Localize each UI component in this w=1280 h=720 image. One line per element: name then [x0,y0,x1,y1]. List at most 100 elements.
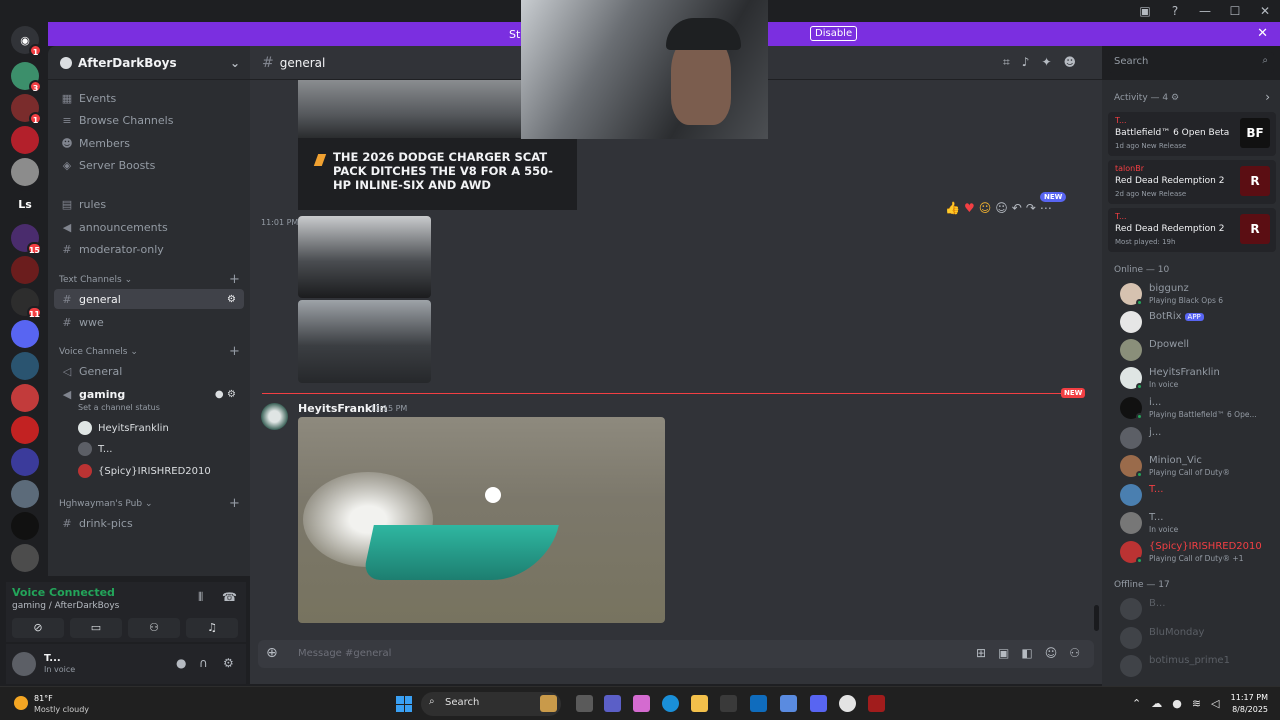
discord-icon[interactable] [810,695,827,712]
apps-icon[interactable]: ⚇ [1069,646,1080,660]
voice-user[interactable]: T... [78,442,112,456]
member-item[interactable]: HeyitsFranklin In voice [1116,365,1276,393]
article-embed[interactable]: THE 2026 DODGE CHARGER SCAT PACK DITCHES… [298,138,577,210]
server-icon[interactable]: 1 [11,94,42,125]
member-item[interactable]: Minion_Vic Playing Call of Duty® [1116,453,1276,481]
member-item[interactable]: biggunz Playing Black Ops 6 [1116,281,1276,309]
disconnect-icon[interactable]: ☎ [222,590,237,604]
help-icon[interactable]: ? [1160,0,1190,22]
attachment-image[interactable] [298,216,431,298]
edge-icon[interactable] [662,695,679,712]
task-view-icon[interactable] [576,695,593,712]
member-item[interactable]: BluMonday [1116,625,1276,653]
sticker-icon[interactable]: ◧ [1021,646,1032,660]
soundboard-button[interactable]: ♫ [186,618,238,638]
settings-gear-icon[interactable]: ⚙ [223,656,234,670]
member-item[interactable]: B... [1116,596,1276,624]
microphone-icon[interactable]: ● [176,656,186,670]
file-explorer-icon[interactable] [691,695,708,712]
gift-icon[interactable]: ⊞ [976,646,986,660]
chevron-right-icon[interactable]: › [1265,90,1270,104]
channel-wwe[interactable]: # wwe [54,312,244,332]
thumbs-up-icon[interactable]: 👍 [945,201,960,215]
server-icon[interactable] [11,416,39,444]
member-item[interactable]: i... Playing Battlefield™ 6 Ope... [1116,395,1276,423]
server-icon[interactable] [11,352,39,380]
server-icon[interactable] [11,448,39,476]
noise-icon[interactable]: ⦀ [198,590,203,605]
server-icon[interactable]: 15 [11,224,42,255]
member-item[interactable]: j... [1116,425,1276,453]
avatar[interactable] [261,403,288,430]
channel-rules[interactable]: ▤ rules [54,194,244,214]
sidebar-item-members[interactable]: ☻ Members [54,133,244,153]
bell-icon[interactable]: ♪ [1022,55,1030,70]
chat-settings-icon[interactable]: ● ⚙ [215,389,236,400]
close-window-button[interactable]: ✕ [1250,0,1280,22]
wifi-icon[interactable]: ≋ [1192,697,1201,710]
member-item[interactable]: BotRix APP [1116,309,1276,337]
server-icon[interactable] [11,480,39,508]
add-channel-icon[interactable]: + [229,272,240,287]
server-icon[interactable] [11,512,39,540]
vscode-icon[interactable] [780,695,797,712]
threads-icon[interactable]: ⌗ [1003,55,1010,70]
cat-icon[interactable] [540,695,557,712]
channel-general[interactable]: # general ⚙ [54,289,244,309]
activity-card[interactable]: T... Battlefield™ 6 Open Beta 1d ago New… [1108,112,1276,156]
category-voice-channels[interactable]: Voice Channels ⌄ [59,347,138,357]
voice-status[interactable]: Voice Connected [12,586,115,599]
gif-icon[interactable]: ▣ [998,646,1009,660]
server-icon[interactable] [11,126,39,154]
invite-settings-icon[interactable]: ⚙ [227,294,236,305]
add-channel-icon[interactable]: + [229,344,240,359]
teams-icon[interactable] [604,695,621,712]
guild-header[interactable]: AfterDarkBoys ⌄ [48,46,250,80]
member-item[interactable]: botimus_prime1 [1116,653,1276,681]
discord-home-icon[interactable]: ◉ 1 [11,26,42,57]
disable-button[interactable]: Disable [810,26,858,41]
add-channel-icon[interactable]: + [229,496,240,511]
clock[interactable]: 11:17 PM 8/8/2025 [1206,692,1268,716]
add-reaction-icon[interactable]: ☺ [995,201,1008,215]
maximize-button[interactable]: ☐ [1220,0,1250,22]
cloud-icon[interactable]: ☁ [1151,697,1162,710]
start-button[interactable] [396,696,412,712]
outlook-icon[interactable] [750,695,767,712]
channel-drink-pics[interactable]: # drink-pics [54,513,244,533]
activity-button[interactable]: ⚇ [128,618,180,638]
attachment-image[interactable] [298,417,665,623]
chevron-up-icon[interactable]: ⌃ [1132,697,1141,710]
category-text-channels[interactable]: Text Channels ⌄ [59,275,132,285]
article-title[interactable]: THE 2026 DODGE CHARGER SCAT PACK DITCHES… [333,150,563,192]
sidebar-item-server-boosts[interactable]: ◈ Server Boosts [54,155,244,175]
channel-announcements[interactable]: ◀ announcements [54,217,244,237]
sidebar-item-events[interactable]: ▦ Events [54,88,244,108]
voice-location[interactable]: gaming / AfterDarkBoys [12,601,119,611]
voice-channel-general[interactable]: ◁ General [54,361,244,381]
sidebar-item-browse-channels[interactable]: ≡ Browse Channels [54,110,244,130]
server-icon[interactable]: 11 [11,288,42,319]
chrome-icon[interactable] [839,695,856,712]
channel-moderator-only[interactable]: # moderator-only [54,239,244,259]
server-icon[interactable] [11,320,39,348]
inbox-icon[interactable]: ▣ [1130,0,1160,22]
copilot-icon[interactable] [633,695,650,712]
laugh-icon[interactable]: ☺ [979,201,992,215]
pin-icon[interactable]: ✦ [1041,55,1051,70]
member-item[interactable]: Dpowell [1116,337,1276,365]
server-icon[interactable] [11,158,39,186]
server-icon[interactable]: 3 [11,62,42,93]
close-banner-icon[interactable]: ✕ [1257,26,1268,41]
category-pub[interactable]: Hghwayman's Pub ⌄ [59,499,153,509]
activity-card[interactable]: T... Red Dead Redemption 2 Most played: … [1108,208,1276,252]
member-item[interactable]: T... [1116,482,1276,510]
more-icon[interactable]: ⋯ [1040,201,1052,215]
server-icon[interactable] [11,384,39,412]
voice-channel-gaming[interactable]: ◀ gaming ● ⚙ [54,384,244,404]
mic-icon[interactable]: ● [1172,697,1182,710]
camera-button[interactable]: ⊘ [12,618,64,638]
forward-icon[interactable]: ↷ [1026,201,1036,215]
voice-user[interactable]: {Spicy}IRISHRED2010 [78,464,211,478]
server-icon[interactable] [11,256,39,284]
